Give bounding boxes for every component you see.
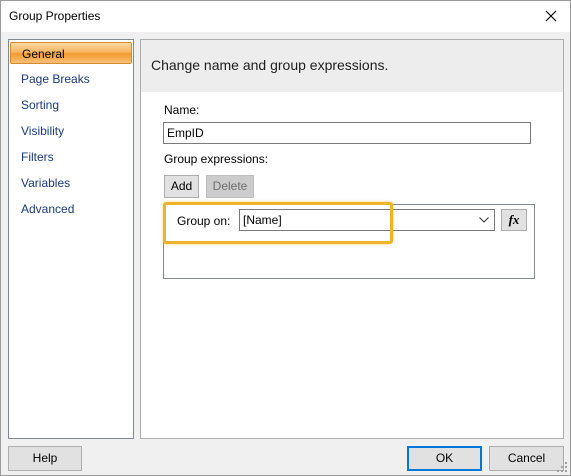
nav-item-label: Filters <box>21 150 54 164</box>
nav-item-label: Variables <box>21 176 71 190</box>
group-on-highlight <box>163 202 393 244</box>
nav-panel: General Page Breaks Sorting Visibility F… <box>8 39 134 439</box>
nav-item-page-breaks[interactable]: Page Breaks <box>10 68 132 90</box>
fx-icon: fx <box>508 212 520 227</box>
close-button[interactable] <box>538 3 564 29</box>
page-heading: Change name and group expressions. <box>151 57 389 73</box>
nav-item-label: General <box>22 47 65 61</box>
cancel-button[interactable]: Cancel <box>489 446 564 471</box>
name-field[interactable]: EmpID <box>163 122 531 144</box>
add-button[interactable]: Add <box>164 175 199 198</box>
expression-button[interactable]: fx <box>501 209 527 231</box>
chevron-down-icon[interactable] <box>476 210 492 230</box>
group-expressions-label: Group expressions: <box>164 152 269 166</box>
nav-item-sorting[interactable]: Sorting <box>10 94 132 116</box>
content-panel: Change name and group expressions. Name:… <box>140 39 564 439</box>
group-properties-dialog: Group Properties General Page Breaks Sor… <box>0 0 571 476</box>
nav-item-label: Visibility <box>21 124 65 138</box>
nav-item-label: Sorting <box>21 98 60 112</box>
content-header: Change name and group expressions. <box>141 40 563 92</box>
nav-item-variables[interactable]: Variables <box>10 172 132 194</box>
help-button[interactable]: Help <box>8 446 82 471</box>
ok-button[interactable]: OK <box>407 446 482 471</box>
nav-item-advanced[interactable]: Advanced <box>10 198 132 220</box>
nav-item-general[interactable]: General <box>10 42 132 64</box>
close-icon <box>545 10 557 22</box>
nav-item-filters[interactable]: Filters <box>10 146 132 168</box>
resize-grip-icon[interactable] <box>556 461 568 473</box>
nav-item-label: Advanced <box>21 202 75 216</box>
window-title: Group Properties <box>9 9 101 23</box>
nav-item-label: Page Breaks <box>21 72 90 86</box>
nav-item-visibility[interactable]: Visibility <box>10 120 132 142</box>
name-label: Name: <box>164 103 200 117</box>
title-bar: Group Properties <box>1 1 570 32</box>
delete-button[interactable]: Delete <box>206 175 254 198</box>
